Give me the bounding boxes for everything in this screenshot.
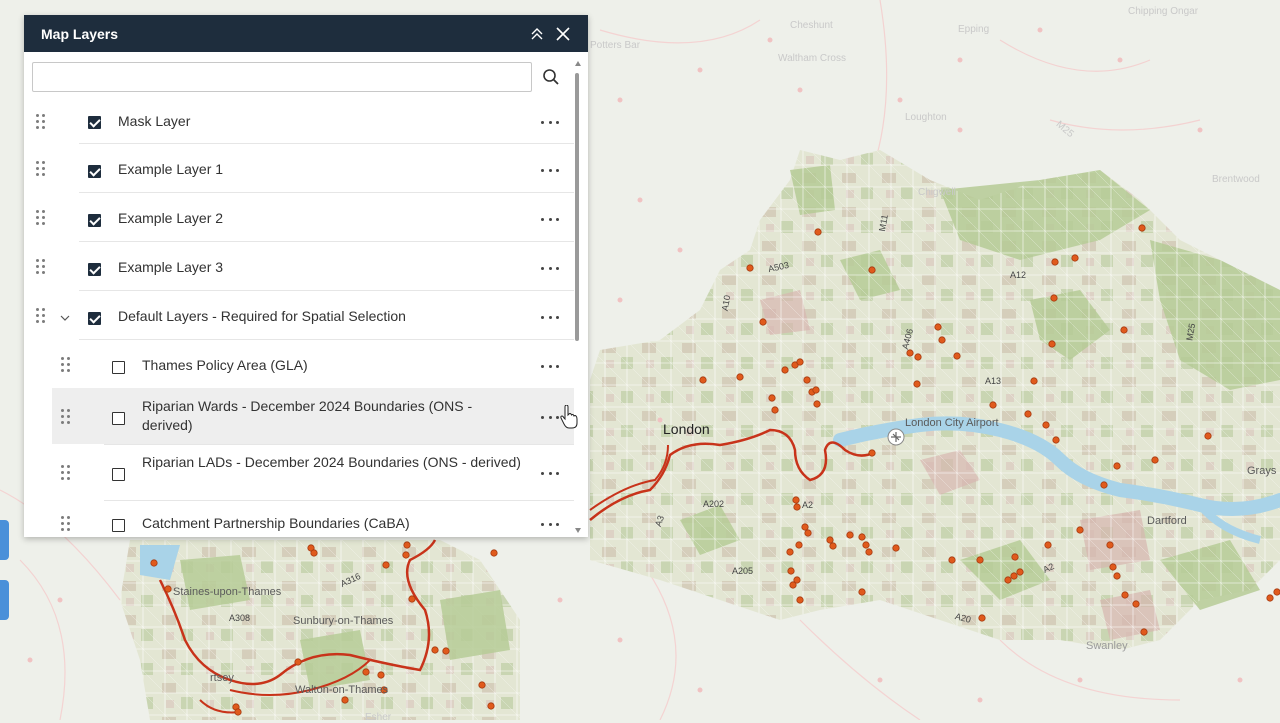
map-label-chertsey: rtsey [210,672,234,684]
layer-item-thames-policy-area[interactable]: Thames Policy Area (GLA) [24,339,574,388]
layer-item-example-layer-2[interactable]: Example Layer 2 [24,192,574,241]
more-options-icon[interactable] [541,265,559,271]
layer-label: Thames Policy Area (GLA) [142,357,308,373]
more-options-icon[interactable] [541,470,559,476]
layer-checkbox[interactable] [88,116,101,129]
map-label-a205: A205 [732,566,754,576]
map-label-sunbury: Sunbury-on-Thames [293,615,394,627]
more-options-icon[interactable] [541,216,559,222]
more-options-icon[interactable] [541,363,559,369]
panel-title: Map Layers [41,25,119,42]
more-options-icon[interactable] [541,521,559,527]
layer-label: Mask Layer [118,113,191,129]
scroll-down-arrow-icon[interactable] [575,528,581,533]
layer-item-riparian-lads[interactable]: Riparian LADs - December 2024 Boundaries… [24,444,574,500]
drag-handle-icon[interactable] [61,357,71,373]
drag-handle-icon[interactable] [36,161,46,177]
layer-label: Example Layer 1 [118,161,224,177]
layer-label: Example Layer 2 [118,210,224,226]
drag-handle-icon[interactable] [61,465,71,481]
map-label-loughton: Loughton [905,112,947,123]
layer-item-riparian-wards[interactable]: Riparian Wards - December 2024 Boundarie… [52,388,574,444]
double-chevron-up-icon [531,27,543,39]
map-label-london: London [663,421,710,437]
panel-scrollbar[interactable] [575,61,581,535]
panel-header: Map Layers [24,15,588,52]
layer-label: Riparian Wards - December 2024 Boundarie… [142,398,473,433]
layer-checkbox[interactable] [88,165,101,178]
more-options-icon[interactable] [541,119,559,125]
layer-item-catchment-partnership[interactable]: Catchment Partnership Boundaries (CaBA) [24,500,574,537]
search-icon [543,69,559,85]
search-button[interactable] [536,62,566,92]
layer-checkbox[interactable] [88,214,101,227]
scroll-thumb[interactable] [575,73,579,341]
layer-item-example-layer-1[interactable]: Example Layer 1 [24,143,574,192]
layer-group-default-layers[interactable]: Default Layers - Required for Spatial Se… [24,290,574,339]
layer-item-example-layer-3[interactable]: Example Layer 3 [24,241,574,290]
more-options-icon[interactable] [541,414,559,420]
chevron-down-icon[interactable] [60,310,70,321]
layer-search-input[interactable] [32,62,532,92]
map-label-brentwood: Brentwood [1212,174,1260,185]
map-label-chipping-ongar: Chipping Ongar [1128,6,1199,17]
layer-label: Default Layers - Required for Spatial Se… [118,308,406,324]
drag-handle-icon[interactable] [36,259,46,275]
side-widget-tab-2[interactable] [0,580,9,620]
map-label-london-city-airport: London City Airport [905,417,999,429]
layer-item-mask-layer[interactable]: Mask Layer [24,94,574,143]
map-layers-panel: Map Layers Mask Layer Example Layer 1 Ex… [24,15,588,537]
layer-label: Example Layer 3 [118,259,224,275]
search-bar [24,52,588,93]
layer-checkbox[interactable] [88,312,101,325]
hand-cursor-icon [560,405,578,429]
map-label-epping: Epping [958,24,990,35]
map-label-a202: A202 [703,499,725,509]
map-label-waltham-cross: Waltham Cross [778,53,846,64]
map-label-a2: A2 [802,500,814,510]
drag-handle-icon[interactable] [61,409,71,425]
map-label-potters-bar: Potters Bar [590,40,641,51]
map-label-a308: A308 [229,613,251,623]
drag-handle-icon[interactable] [61,516,71,532]
close-button[interactable] [552,23,574,45]
layer-list: Mask Layer Example Layer 1 Example Layer… [24,94,574,537]
map-label-swanley: Swanley [1086,640,1128,652]
scroll-up-arrow-icon[interactable] [575,61,581,66]
layer-label: Riparian LADs - December 2024 Boundaries… [142,454,521,470]
drag-handle-icon[interactable] [36,308,46,324]
drag-handle-icon[interactable] [36,114,46,130]
layer-checkbox[interactable] [112,412,125,425]
map-label-staines: Staines-upon-Thames [173,586,282,598]
map-label-esher: Esher [365,712,392,723]
layer-checkbox[interactable] [88,263,101,276]
layer-label: Catchment Partnership Boundaries (CaBA) [142,515,410,531]
side-widget-tab-1[interactable] [0,520,9,560]
map-label-walton: Walton-on-Thames [295,684,389,696]
layer-checkbox[interactable] [112,519,125,532]
layer-checkbox[interactable] [112,468,125,481]
more-options-icon[interactable] [541,167,559,173]
map-label-chigwell: Chigwell [918,187,956,198]
drag-handle-icon[interactable] [36,210,46,226]
map-label-a12: A12 [1010,270,1027,280]
collapse-button[interactable] [526,23,548,45]
map-label-cheshunt: Cheshunt [790,20,833,31]
close-icon [556,26,570,41]
map-label-a13: A13 [985,376,1002,386]
layer-checkbox[interactable] [112,361,125,374]
more-options-icon[interactable] [541,314,559,320]
map-label-grays: Grays [1247,465,1277,477]
map-label-dartford: Dartford [1147,515,1187,527]
